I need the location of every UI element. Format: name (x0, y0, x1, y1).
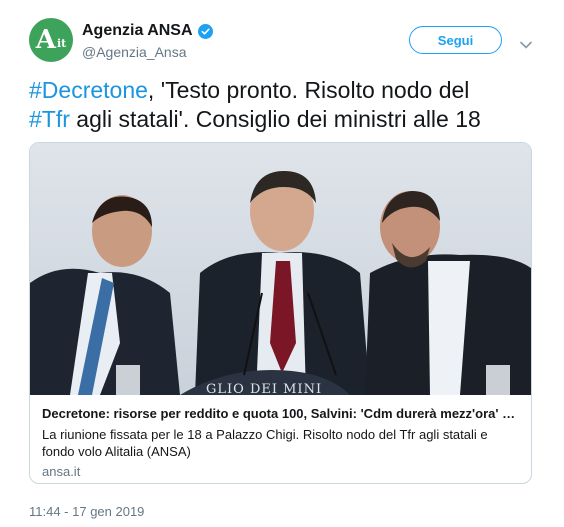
verified-badge-icon (197, 23, 213, 39)
account-handle[interactable]: @Agenzia_Ansa (82, 44, 187, 60)
hashtag-link[interactable]: #Tfr (29, 106, 70, 132)
avatar-suffix: it (56, 36, 67, 50)
hashtag-link[interactable]: #Decretone (29, 77, 148, 103)
display-name[interactable]: Agenzia ANSA (82, 22, 193, 40)
podium-text: GLIO DEI MINI (206, 382, 322, 395)
tweet-text: #Decretone, 'Testo pronto. Risolto nodo … (29, 76, 549, 134)
chevron-down-icon[interactable] (520, 36, 532, 54)
tweet-timestamp[interactable]: 11:44 - 17 gen 2019 (29, 504, 144, 519)
tweet-text-part: , 'Testo pronto. Risolto nodo del (147, 77, 470, 103)
link-card[interactable]: GLIO DEI MINI Decretone: risorse per red… (29, 142, 532, 484)
follow-button[interactable]: Segui (409, 26, 502, 54)
name-row: Agenzia ANSA (82, 22, 213, 40)
avatar-letter: A (35, 25, 56, 55)
card-body: Decretone: risorse per reddito e quota 1… (30, 395, 531, 479)
avatar[interactable]: Ait (29, 18, 73, 62)
card-title[interactable]: Decretone: risorse per reddito e quota 1… (42, 406, 519, 421)
tweet-text-part: agli statali'. Consiglio dei ministri al… (69, 106, 481, 132)
card-photo[interactable]: GLIO DEI MINI (30, 143, 531, 395)
card-description: La riunione fissata per le 18 a Palazzo … (42, 427, 488, 459)
card-domain: ansa.it (42, 464, 81, 479)
